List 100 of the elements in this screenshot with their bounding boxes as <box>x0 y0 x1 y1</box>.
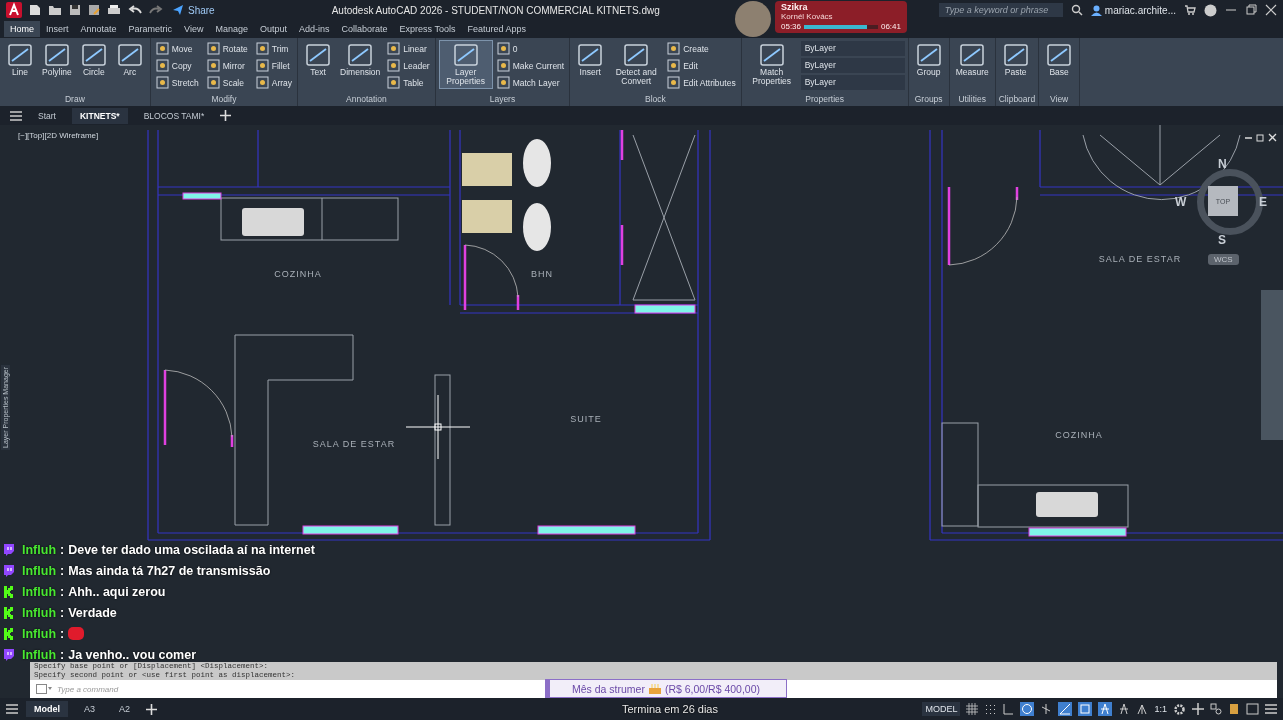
save-icon[interactable] <box>69 4 81 16</box>
model-space-button[interactable]: MODEL <box>922 702 961 716</box>
polar-tracking-icon[interactable] <box>1020 702 1035 716</box>
isometric-icon[interactable] <box>1040 703 1053 715</box>
ribbon-tool-button[interactable]: Edit Attributes <box>665 74 738 91</box>
ribbon-tool-button[interactable]: Layer Properties <box>438 40 493 89</box>
share-button[interactable]: Share <box>170 4 217 16</box>
redo-icon[interactable] <box>149 4 163 16</box>
panel-title[interactable]: Block <box>573 94 738 106</box>
cart-icon[interactable] <box>1184 4 1196 16</box>
hardware-acceleration-icon[interactable] <box>1228 703 1240 715</box>
panel-title[interactable]: Annotation <box>301 94 432 106</box>
panel-title[interactable]: View <box>1042 94 1077 106</box>
property-dropdown[interactable]: ByLayer <box>800 41 905 56</box>
ribbon-tool-button[interactable]: Group <box>911 40 946 80</box>
ribbon-tool-button[interactable]: Match Layer <box>494 74 567 91</box>
isolate-objects-icon[interactable] <box>1210 703 1222 715</box>
ribbon-tab[interactable]: Home <box>4 21 40 37</box>
user-menu[interactable]: mariac.archite... <box>1090 4 1176 16</box>
ribbon-tab[interactable]: Parametric <box>122 21 179 37</box>
ortho-icon[interactable] <box>1002 703 1015 715</box>
panel-title[interactable]: Draw <box>3 94 147 106</box>
search-icon[interactable] <box>1070 4 1083 16</box>
ribbon-tab[interactable]: View <box>178 21 210 37</box>
compass-north[interactable]: N <box>1218 157 1227 171</box>
panel-title[interactable]: Properties <box>744 94 905 106</box>
layout-tab[interactable]: Model <box>26 701 68 717</box>
viewport-controls-label[interactable]: [−][Top][2D Wireframe] <box>18 131 99 140</box>
ribbon-tool-button[interactable]: Copy <box>153 57 201 74</box>
ribbon-tool-button[interactable]: 0 <box>494 40 567 57</box>
print-icon[interactable] <box>107 4 121 16</box>
close-icon[interactable] <box>1268 133 1277 142</box>
ribbon-tool-button[interactable]: Rotate <box>204 40 250 57</box>
document-tab[interactable]: Start <box>30 107 64 124</box>
ribbon-tool-button[interactable]: Line <box>3 40 37 80</box>
panel-title[interactable]: Utilities <box>952 94 992 106</box>
menu-icon[interactable] <box>10 110 22 121</box>
object-snap-icon[interactable] <box>1078 702 1093 716</box>
ribbon-tool-button[interactable]: Make Current <box>494 57 567 74</box>
ucs-menu[interactable]: WCS <box>1208 254 1239 265</box>
ribbon-tool-button[interactable]: Edit <box>665 57 738 74</box>
settings-icon[interactable] <box>1173 702 1186 716</box>
close-icon[interactable] <box>1265 4 1277 16</box>
compass-east[interactable]: E <box>1259 195 1267 209</box>
ribbon-tool-button[interactable]: Stretch <box>153 74 201 91</box>
ribbon-tab[interactable]: Annotate <box>74 21 123 37</box>
ribbon-tab[interactable]: Add-ins <box>293 21 336 37</box>
ribbon-tool-button[interactable]: Circle <box>76 40 111 80</box>
ribbon-tool-button[interactable]: Base <box>1042 40 1077 80</box>
ribbon-tool-button[interactable]: Dimension <box>337 40 384 80</box>
panel-title[interactable]: Modify <box>153 94 295 106</box>
ribbon-tool-button[interactable]: Detect and Convert <box>609 40 664 89</box>
selection-cycling-icon[interactable] <box>1098 702 1113 716</box>
document-tab[interactable]: BLOCOS TAMI* <box>135 107 213 124</box>
object-snap-tracking-icon[interactable] <box>1058 702 1073 716</box>
search-field[interactable]: Type a keyword or phrase <box>938 3 1063 17</box>
restore-icon[interactable] <box>1245 4 1257 16</box>
menu-icon[interactable] <box>6 704 18 714</box>
ribbon-tab[interactable]: Collaborate <box>335 21 394 37</box>
ribbon-tool-button[interactable]: Polyline <box>39 40 75 80</box>
save-as-icon[interactable] <box>88 4 100 16</box>
document-tab[interactable]: KITNETS* <box>71 107 128 124</box>
ribbon-tool-button[interactable]: Table <box>385 74 432 91</box>
add-layout-icon[interactable] <box>146 703 158 715</box>
ribbon-tool-button[interactable]: Create <box>665 40 738 57</box>
ribbon-tool-button[interactable]: Arc <box>112 40 147 80</box>
property-dropdown[interactable]: ByLayer <box>800 75 905 90</box>
customize-menu-icon[interactable] <box>1265 704 1277 714</box>
ribbon-tool-button[interactable]: Insert <box>573 40 608 80</box>
snap-icon[interactable] <box>984 703 997 715</box>
panel-title[interactable]: Groups <box>911 94 946 106</box>
undo-icon[interactable] <box>128 4 142 16</box>
ribbon-tool-button[interactable]: Trim <box>253 40 295 57</box>
grid-icon[interactable] <box>966 703 979 715</box>
plus-icon[interactable] <box>1192 703 1204 715</box>
ribbon-tab[interactable]: Insert <box>40 21 75 37</box>
ribbon-tool-button[interactable]: Move <box>153 40 201 57</box>
app-logo-icon[interactable] <box>6 2 22 18</box>
annotation-scale-dropdown[interactable]: 1:1 <box>1154 704 1167 714</box>
open-folder-icon[interactable] <box>48 4 62 16</box>
add-tab-icon[interactable] <box>220 110 232 121</box>
restore-icon[interactable] <box>1256 133 1265 142</box>
clean-screen-icon[interactable] <box>1246 703 1259 715</box>
ribbon-tab[interactable]: Express Tools <box>393 21 462 37</box>
ribbon-tool-button[interactable]: Linear <box>385 40 432 57</box>
layout-tab[interactable]: A2 <box>111 701 139 717</box>
ribbon-tool-button[interactable]: Paste <box>998 40 1033 80</box>
ribbon-tool-button[interactable]: Scale <box>204 74 250 91</box>
panel-title[interactable]: Layers <box>438 94 567 106</box>
ribbon-tool-button[interactable]: Mirror <box>204 57 250 74</box>
annotation-visibility-icon[interactable] <box>1118 703 1131 715</box>
compass-west[interactable]: W <box>1175 195 1187 209</box>
new-file-icon[interactable] <box>29 4 41 16</box>
ribbon-tool-button[interactable]: Measure <box>952 40 992 80</box>
ribbon-tab[interactable]: Featured Apps <box>461 21 532 37</box>
ribbon-tab[interactable]: Manage <box>209 21 254 37</box>
layout-tab[interactable]: A3 <box>76 701 103 717</box>
ribbon-tool-button[interactable]: Array <box>253 74 295 91</box>
panel-title[interactable]: Clipboard <box>998 94 1036 106</box>
compass-south[interactable]: S <box>1218 233 1226 247</box>
